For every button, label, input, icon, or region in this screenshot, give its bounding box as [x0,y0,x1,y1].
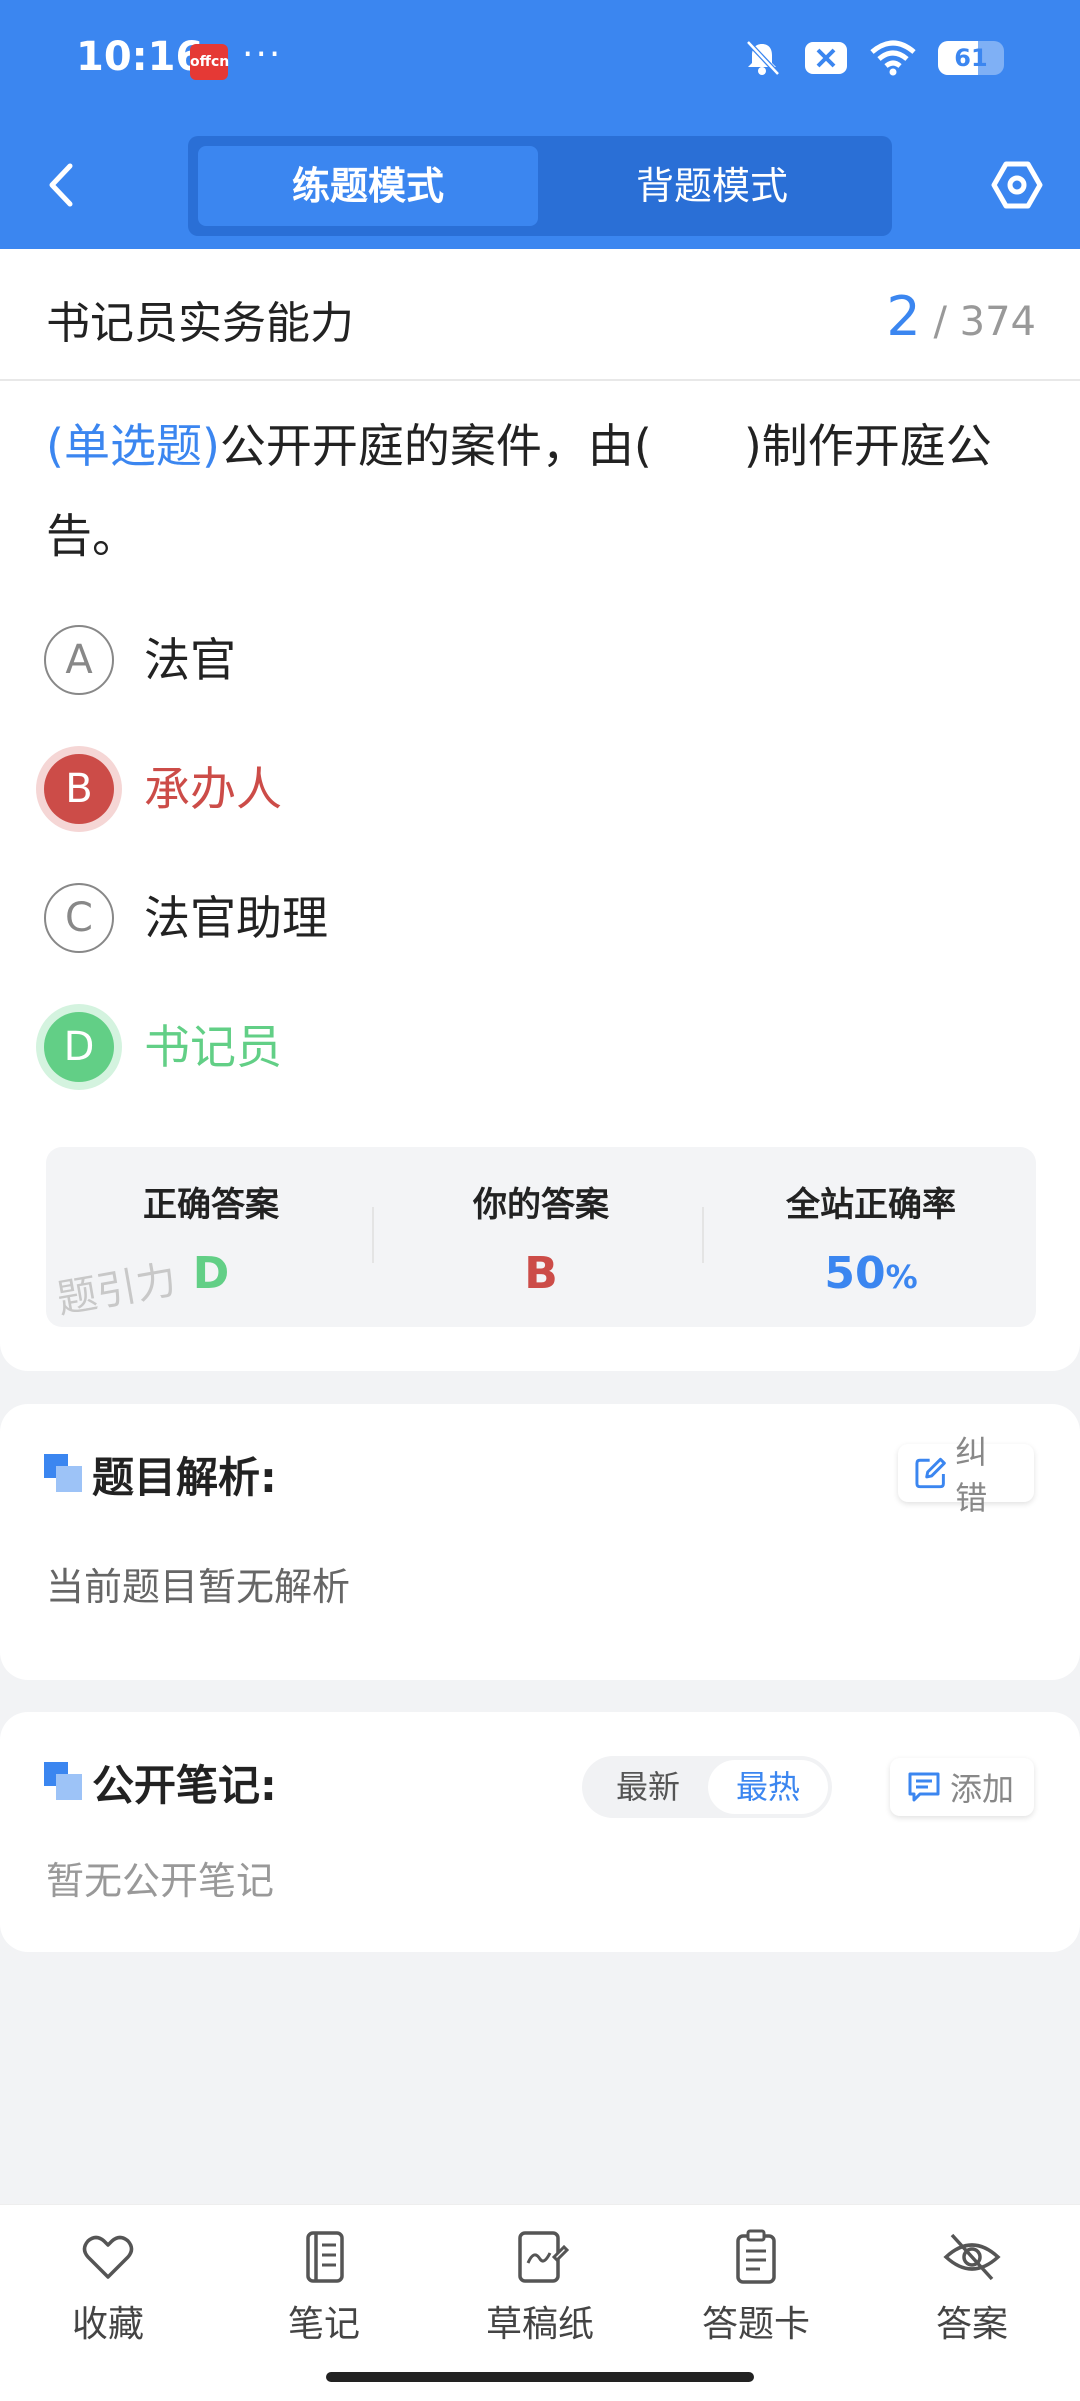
divider [702,1207,704,1263]
option-letter: B [44,754,114,824]
option-letter: C [44,883,114,953]
notes-card: 公开笔记: 最新 最热 添加 暂无公开笔记 [0,1712,1080,1952]
accuracy-label: 全站正确率 [786,1185,956,1225]
question-card: 书记员实务能力 2 / 374 (单选题)公开开庭的案件，由( )制作开庭公告。… [0,249,1080,1371]
mute-icon [746,40,780,76]
add-note-label: 添加 [950,1770,1015,1808]
draft-icon [518,2231,570,2283]
nav-label: 草稿纸 [485,2304,594,2345]
battery-indicator: 61 [938,41,1004,75]
option-label: 法官助理 [144,891,328,945]
option-d[interactable]: D 书记员 [44,1007,944,1087]
back-chevron-icon[interactable] [40,160,80,210]
notes-body: 暂无公开笔记 [46,1859,275,1903]
option-letter: D [44,1012,114,1082]
sort-hot[interactable]: 最热 [708,1760,828,1814]
notebook-icon [306,2231,344,2283]
option-label: 书记员 [144,1020,282,1074]
eye-off-icon [943,2233,1001,2281]
your-answer-value: B [524,1248,558,1299]
home-indicator[interactable] [326,2372,754,2382]
report-error-button[interactable]: 纠错 [898,1433,1034,1517]
section-square-icon [44,1762,82,1800]
nav-label: 笔记 [287,2304,360,2345]
settings-hexagon-icon[interactable] [990,158,1044,212]
nav-label: 答案 [935,2304,1008,2345]
analysis-card: 题目解析: 纠错 当前题目暂无解析 [0,1404,1080,1680]
nav-answer-sheet[interactable]: 答题卡 [648,2227,864,2347]
divider [372,1207,374,1263]
analysis-title: 题目解析: [92,1453,277,1502]
question-text: (单选题)公开开庭的案件，由( )制作开庭公告。 [46,401,1036,581]
subject-title: 书记员实务能力 [46,298,354,349]
section-square-icon [44,1454,82,1492]
total-questions: / 374 [933,299,1036,345]
option-a[interactable]: A 法官 [44,620,944,700]
option-label: 法官 [144,633,236,687]
subject-header: 书记员实务能力 2 / 374 [0,249,1080,381]
nav-label: 收藏 [71,2304,144,2345]
your-answer-label: 你的答案 [473,1185,609,1225]
question-type: (单选题) [46,419,220,473]
your-answer-block: 你的答案 B [376,1177,706,1299]
top-bar: 10:16 offcn ··· 61 练题模式 背题模式 [0,0,1080,249]
more-notifications-icon: ··· [242,34,283,75]
option-label: 承办人 [144,762,282,816]
question-progress: 2 / 374 [886,285,1036,348]
status-bar: 10:16 offcn ··· 61 [0,0,1080,125]
option-c[interactable]: C 法官助理 [44,878,944,958]
battery-level: 61 [954,44,988,72]
mode-switch: 练题模式 背题模式 [188,136,892,236]
notes-sort-toggle: 最新 最热 [582,1756,832,1818]
answer-sheet-icon [736,2229,776,2284]
accuracy-block: 全站正确率 50% [706,1177,1036,1299]
answer-result-panel: 正确答案 D 你的答案 B 全站正确率 50% 题引力 [46,1147,1036,1327]
comment-icon [908,1772,940,1802]
option-letter: A [44,625,114,695]
analysis-body: 当前题目暂无解析 [46,1565,351,1609]
sim-off-icon [805,42,847,74]
wifi-icon [870,40,916,76]
nav-favorite[interactable]: 收藏 [0,2227,216,2347]
accuracy-unit: % [885,1258,918,1296]
sort-latest[interactable]: 最新 [588,1756,708,1818]
nav-notes[interactable]: 笔记 [216,2227,432,2347]
offcn-app-icon: offcn [190,44,229,80]
status-time: 10:16 [76,34,204,80]
correct-answer-label: 正确答案 [143,1185,279,1225]
nav-label: 答题卡 [701,2304,810,2345]
notes-title: 公开笔记: [92,1761,277,1810]
heart-icon [82,2235,134,2279]
report-error-label: 纠错 [955,1433,988,1517]
accuracy-value: 50% [706,1248,1036,1299]
nav-draft[interactable]: 草稿纸 [432,2227,648,2347]
accuracy-number: 50 [824,1248,886,1299]
edit-icon [915,1457,946,1489]
status-icons: 61 [742,38,1004,78]
add-note-button[interactable]: 添加 [890,1758,1034,1816]
current-question-number: 2 [886,285,921,348]
tab-memorize-mode[interactable]: 背题模式 [542,146,882,226]
tab-practice-mode[interactable]: 练题模式 [198,146,538,226]
option-b[interactable]: B 承办人 [44,749,944,829]
nav-answer[interactable]: 答案 [864,2227,1080,2347]
